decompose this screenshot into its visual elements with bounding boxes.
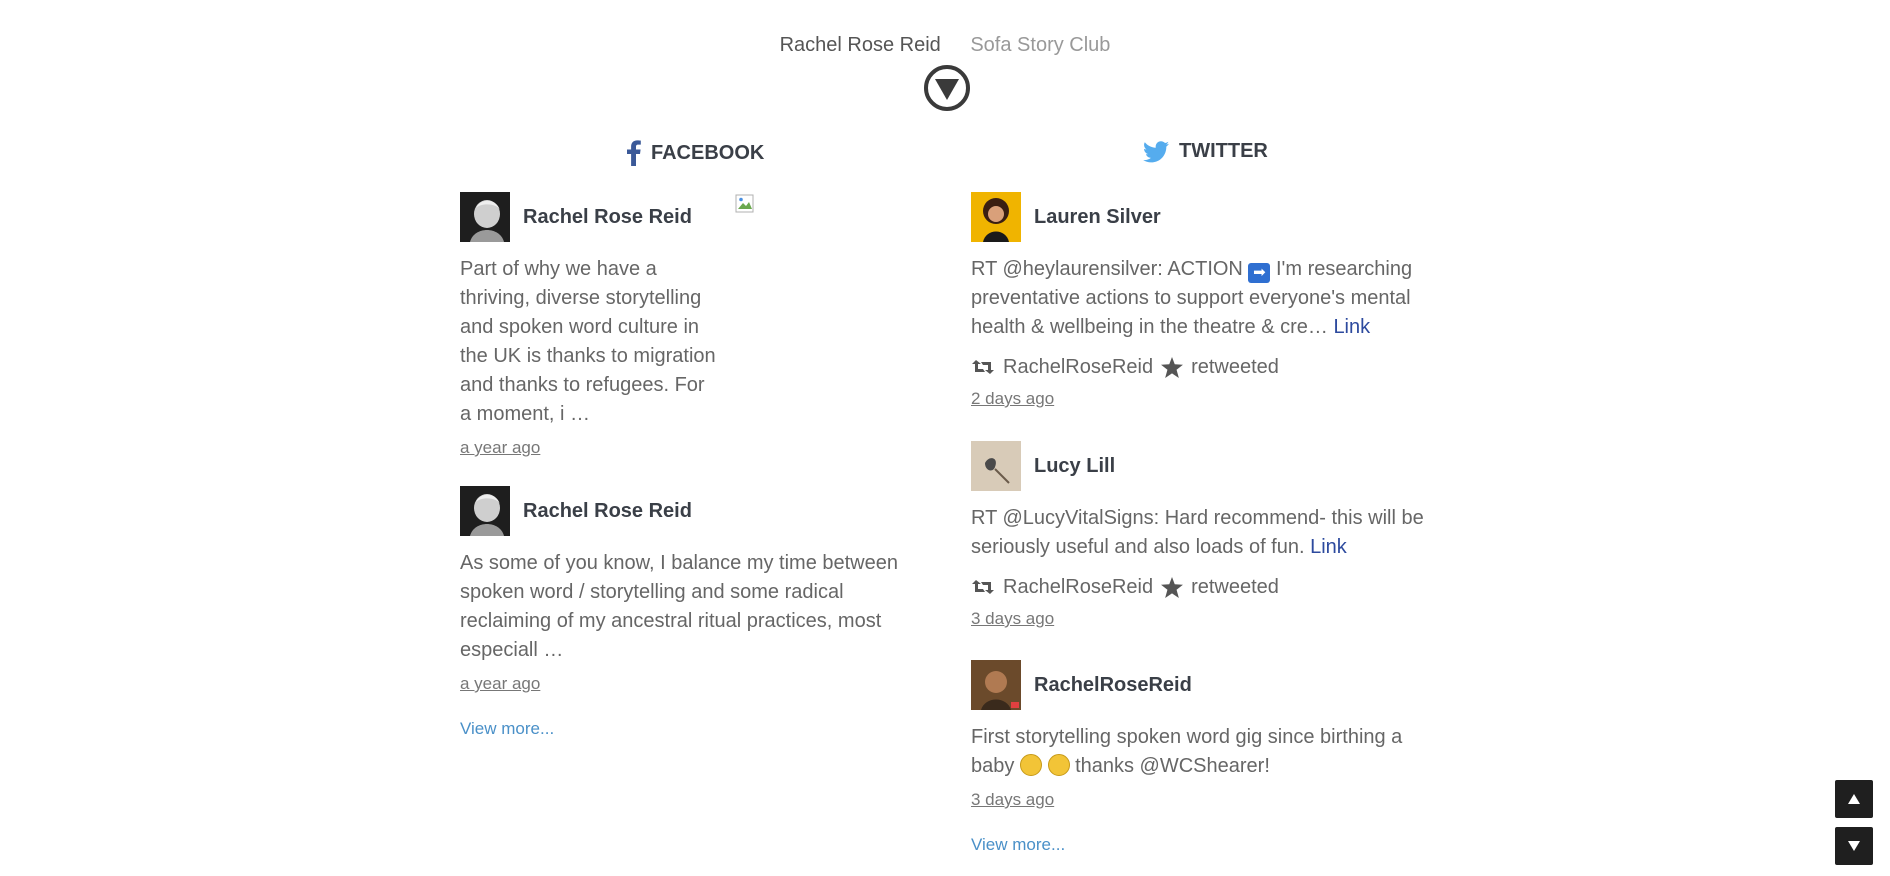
post-author: Lucy Lill xyxy=(971,441,1441,491)
facebook-heading: FACEBOOK xyxy=(627,140,764,166)
neutral-face-emoji-icon xyxy=(1019,754,1042,776)
smiling-face-emoji-icon xyxy=(1047,754,1070,776)
post-timestamp[interactable]: a year ago xyxy=(460,438,720,458)
tweet-timestamp[interactable]: 3 days ago xyxy=(971,609,1441,629)
twitter-heading: TWITTER xyxy=(1143,140,1268,163)
tweet-text: First storytelling spoken word gig since… xyxy=(971,723,1431,781)
avatar[interactable] xyxy=(460,192,510,242)
tweet: Lucy Lill RT @LucyVitalSigns: Hard recom… xyxy=(971,441,1441,629)
tweet-text: RT @heylaurensilver: ACTION ➡ I'm resear… xyxy=(971,255,1431,342)
twitter-bird-icon xyxy=(1143,140,1169,162)
tweet: RachelRoseReid First storytelling spoken… xyxy=(971,660,1431,810)
tweet-text: RT @LucyVitalSigns: Hard recommend- this… xyxy=(971,504,1441,562)
scroll-up-button[interactable] xyxy=(1835,780,1873,818)
twitter-view-more-link[interactable]: View more... xyxy=(971,835,1065,855)
tweet-link[interactable]: Link xyxy=(1333,316,1370,338)
post-text: As some of you know, I balance my time b… xyxy=(460,552,898,661)
retweeter-name[interactable]: RachelRoseReid xyxy=(1003,576,1153,599)
triangle-down-icon xyxy=(1848,841,1860,851)
broken-image-icon xyxy=(735,194,754,213)
triangle-up-icon xyxy=(1848,794,1860,804)
right-arrow-emoji-icon: ➡ xyxy=(1248,263,1271,283)
retweeter-name[interactable]: RachelRoseReid xyxy=(1003,356,1153,379)
avatar[interactable] xyxy=(971,192,1021,242)
retweet-icon xyxy=(972,360,994,374)
facebook-view-more-link[interactable]: View more... xyxy=(460,719,554,739)
post-timestamp[interactable]: a year ago xyxy=(460,674,900,694)
retweeted-label: retweeted xyxy=(1191,575,1279,598)
star-icon xyxy=(1161,576,1184,598)
post-author: Rachel Rose Reid xyxy=(460,192,720,242)
facebook-icon xyxy=(627,140,641,166)
retweeted-label: retweeted xyxy=(1191,355,1279,378)
avatar[interactable] xyxy=(971,660,1021,710)
tweet-text-part: RT @heylaurensilver: ACTION xyxy=(971,258,1243,280)
retweet-info: RachelRoseReid retweeted xyxy=(971,354,1431,380)
scroll-down-button[interactable] xyxy=(1835,827,1873,865)
post-text: Part of why we have a thriving, diverse … xyxy=(460,258,716,425)
author-name[interactable]: RachelRoseReid xyxy=(1034,674,1192,697)
author-name[interactable]: Lauren Silver xyxy=(1034,206,1161,229)
tweet-text-part: thanks @WCShearer! xyxy=(1075,755,1270,777)
tweet-timestamp[interactable]: 2 days ago xyxy=(971,389,1431,409)
scroll-down-circle-icon[interactable] xyxy=(923,64,971,112)
facebook-post: Rachel Rose Reid As some of you know, I … xyxy=(460,486,900,694)
tweet-link[interactable]: Link xyxy=(1310,536,1347,558)
top-nav: Rachel Rose Reid Sofa Story Club xyxy=(0,34,1890,57)
facebook-heading-label: FACEBOOK xyxy=(651,141,765,164)
retweet-icon xyxy=(972,580,994,594)
post-author: RachelRoseReid xyxy=(971,660,1431,710)
tweet-text-part: RT @LucyVitalSigns: Hard recommend- this… xyxy=(971,507,1424,558)
avatar[interactable] xyxy=(460,486,510,536)
author-name[interactable]: Rachel Rose Reid xyxy=(523,206,692,229)
nav-rachel-rose-reid[interactable]: Rachel Rose Reid xyxy=(780,34,941,56)
retweet-info: RachelRoseReid retweeted xyxy=(971,574,1441,600)
facebook-post: Rachel Rose Reid Part of why we have a t… xyxy=(460,192,720,458)
nav-sofa-story-club[interactable]: Sofa Story Club xyxy=(970,34,1110,56)
author-name[interactable]: Lucy Lill xyxy=(1034,455,1115,478)
twitter-heading-label: TWITTER xyxy=(1179,140,1268,162)
post-author: Lauren Silver xyxy=(971,192,1431,242)
tweet-timestamp[interactable]: 3 days ago xyxy=(971,790,1431,810)
avatar[interactable] xyxy=(971,441,1021,491)
author-name[interactable]: Rachel Rose Reid xyxy=(523,500,692,523)
post-author: Rachel Rose Reid xyxy=(460,486,900,536)
tweet: Lauren Silver RT @heylaurensilver: ACTIO… xyxy=(971,192,1431,409)
star-icon xyxy=(1161,356,1184,378)
